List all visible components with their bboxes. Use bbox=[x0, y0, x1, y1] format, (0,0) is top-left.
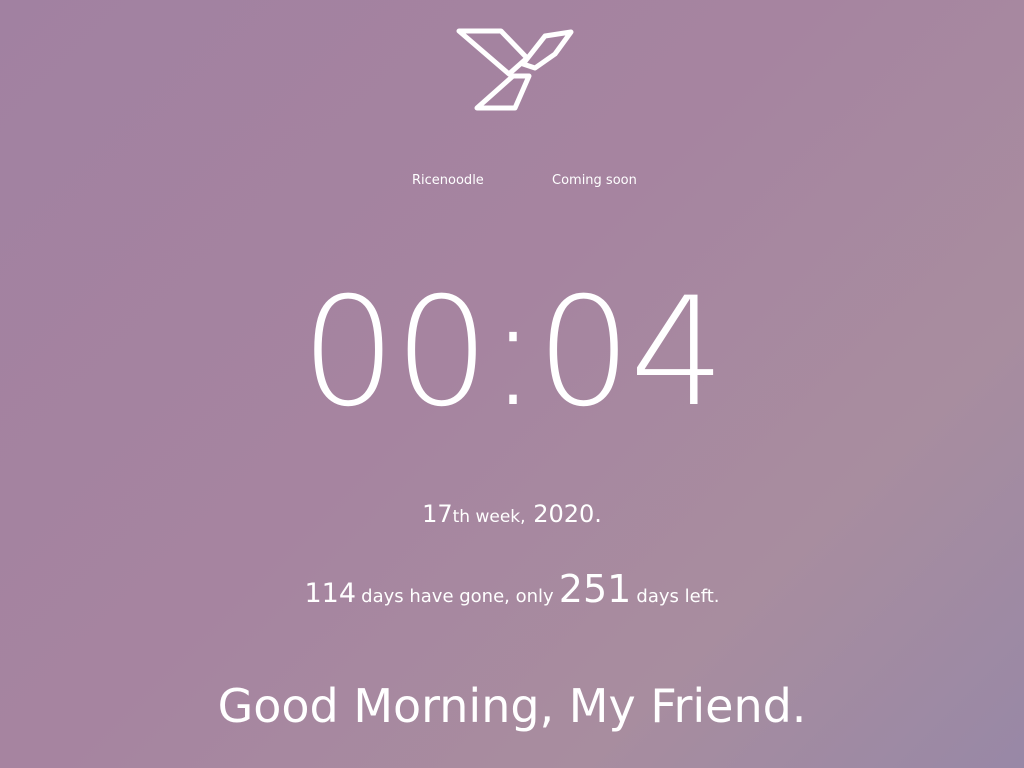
days-gone-text: days have gone, only bbox=[361, 586, 554, 607]
week-number: 17 bbox=[422, 500, 453, 528]
days-left-text: days left. bbox=[636, 586, 720, 607]
greeting-text: Good Morning, My Friend. bbox=[217, 679, 807, 733]
new-tab-page: Ricenoodle Coming soon 00:04 17th week, … bbox=[0, 0, 1024, 768]
week-suffix: th week, bbox=[452, 507, 526, 527]
clock-time: 00:04 bbox=[300, 266, 725, 440]
year-value: 2020. bbox=[533, 500, 602, 528]
nav-link-ricenoodle[interactable]: Ricenoodle bbox=[412, 173, 484, 188]
top-nav: Ricenoodle Coming soon bbox=[0, 173, 1024, 193]
days-left-count: 251 bbox=[558, 567, 632, 611]
days-gone-count: 114 bbox=[304, 578, 357, 609]
nav-link-coming-soon[interactable]: Coming soon bbox=[552, 173, 637, 188]
days-progress: 114 days have gone, only 251 days left. bbox=[0, 566, 1024, 620]
week-info: 17th week, 2020. bbox=[0, 496, 1024, 535]
bird-logo-icon bbox=[455, 28, 575, 114]
